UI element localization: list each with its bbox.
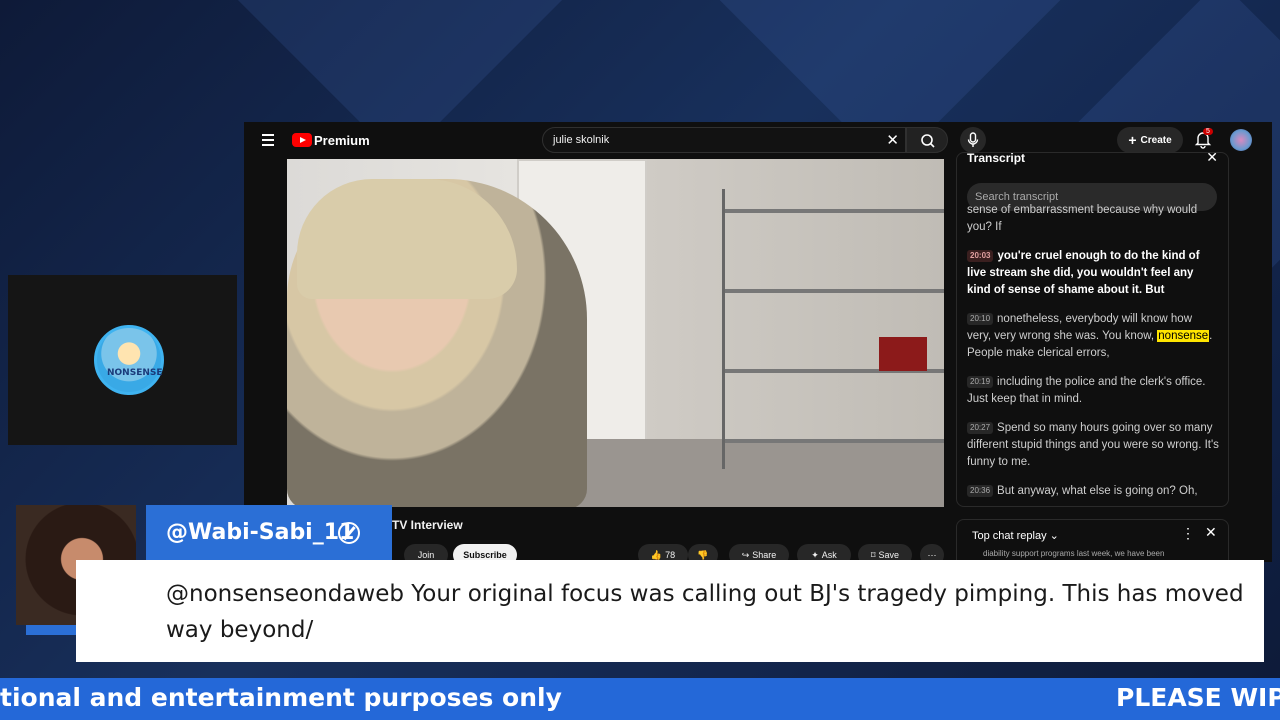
ticker-text: PLEASE WIPE (1116, 683, 1280, 712)
transcript-segment[interactable]: sense of embarrassment because why would… (967, 202, 1219, 236)
bookmark-icon: ⌑ (870, 549, 876, 560)
more-icon: ⋯ (927, 549, 937, 560)
comment-box: @nonsenseondaweb Your original focus was… (76, 560, 1264, 662)
video-title: TV Interview (392, 518, 463, 532)
voice-search-button[interactable] (960, 127, 986, 153)
thumbs-up-icon: 👍 (650, 549, 663, 560)
commenter-username: @Wabi-Sabi_11 (166, 520, 355, 545)
transcript-panel: Transcript ✕ Search transcript sense of … (956, 152, 1229, 507)
comment-text: @nonsenseondaweb Your original focus was… (166, 581, 1244, 643)
chat-message: diability support programs last week, we… (983, 549, 1165, 558)
youtube-logo[interactable]: Premium (292, 132, 370, 148)
search-button[interactable] (906, 127, 948, 153)
transcript-title: Transcript (967, 152, 1026, 165)
channel-logo-text: NONSENSE (107, 368, 163, 378)
hamburger-menu-icon[interactable] (262, 134, 274, 146)
sparkle-icon: ✦ (811, 549, 819, 560)
create-button[interactable]: + Create (1117, 127, 1183, 153)
transcript-text: sense of embarrassment because why would… (967, 204, 1198, 233)
like-count: 78 (665, 550, 676, 560)
transcript-segment[interactable]: 20:10 nonetheless, everybody will know ho… (967, 311, 1219, 362)
transcript-segment[interactable]: 20:27 Spend so many hours going over so m… (967, 420, 1219, 471)
thumbs-down-icon: 👎 (697, 549, 709, 560)
video-frame-content (722, 189, 944, 469)
youtube-play-icon (292, 133, 312, 147)
save-label: Save (878, 550, 900, 560)
transcript-timestamp[interactable]: 20:36 (967, 485, 994, 497)
moderator-badge-icon (338, 522, 360, 544)
share-label: Share (752, 550, 777, 560)
transcript-list: sense of embarrassment because why would… (967, 204, 1219, 506)
video-player[interactable] (287, 159, 944, 507)
channel-logo: NONSENSE (94, 325, 164, 395)
youtube-brand: Premium (314, 132, 370, 148)
plus-icon: + (1128, 132, 1137, 148)
search-highlight: nonsense (1157, 330, 1210, 342)
transcript-timestamp[interactable]: 20:27 (967, 422, 994, 434)
commenter-name-box: @Wabi-Sabi_11 (146, 505, 392, 560)
close-icon[interactable]: ✕ (1205, 524, 1217, 541)
close-icon[interactable]: ✕ (1206, 153, 1218, 166)
search-icon (921, 134, 935, 148)
microphone-icon (967, 132, 979, 147)
chat-replay-label: Top chat replay (972, 530, 1047, 542)
video-frame-content (879, 337, 927, 371)
search-query: julie skolnik (553, 134, 610, 146)
more-vert-icon[interactable]: ⋮ (1181, 525, 1195, 542)
create-label: Create (1140, 134, 1172, 146)
transcript-text: you're cruel enough to do the kind of li… (967, 250, 1200, 296)
search-input[interactable]: julie skolnik ✕ (542, 127, 906, 153)
transcript-timestamp[interactable]: 20:03 (967, 250, 994, 262)
transcript-segment[interactable]: 20:03 you're cruel enough to do the kind … (967, 248, 1219, 299)
transcript-segment[interactable]: 20:19 including the police and the clerk'… (967, 374, 1219, 408)
transcript-text: including the police and the clerk's off… (967, 376, 1206, 405)
transcript-segment[interactable]: 20:36 But anyway, what else is going on? … (967, 483, 1219, 500)
clear-search-icon[interactable]: ✕ (886, 131, 899, 149)
channel-logo-panel: NONSENSE (8, 275, 237, 445)
ticker-text: tional and entertainment purposes only (0, 683, 562, 712)
transcript-timestamp[interactable]: 20:19 (967, 376, 994, 388)
account-avatar[interactable] (1230, 129, 1252, 151)
transcript-text: Spend so many hours going over so many d… (967, 422, 1219, 468)
ask-label: Ask (821, 550, 837, 560)
share-icon: ↪ (741, 549, 750, 560)
transcript-timestamp[interactable]: 20:10 (967, 313, 994, 325)
transcript-text: But anyway, what else is going on? Oh, (997, 485, 1198, 497)
chat-replay-panel: Top chat replay ⌄ ⋮ ✕ diability support … (956, 519, 1229, 562)
chevron-down-icon: ⌄ (1049, 530, 1059, 542)
notification-badge: 5 (1203, 128, 1213, 135)
news-ticker: tional and entertainment purposes only P… (0, 678, 1280, 720)
notifications-button[interactable]: 5 (1194, 128, 1213, 150)
youtube-window: Premium julie skolnik ✕ + Create 5 TV In… (244, 122, 1272, 562)
chat-replay-title[interactable]: Top chat replay ⌄ (972, 529, 1059, 542)
